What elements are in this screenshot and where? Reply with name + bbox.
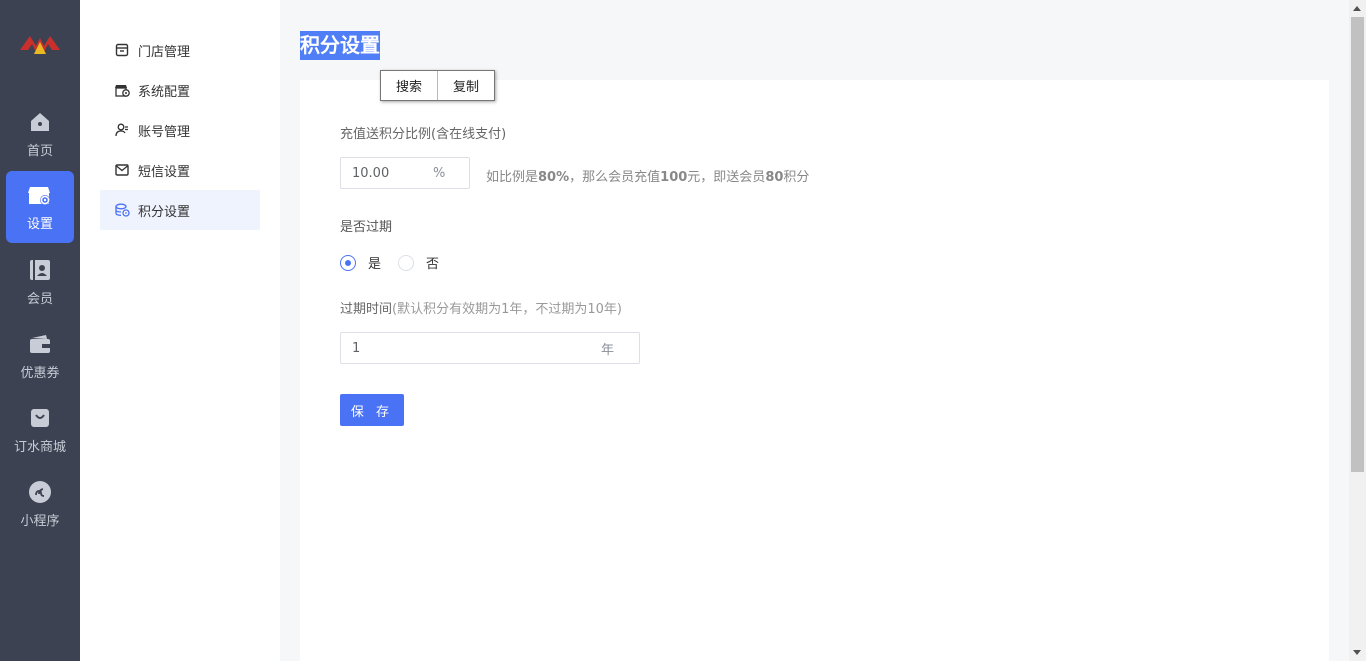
radio-checked-icon [340,254,356,271]
ratio-tip: 如比例是80%，那么会员充值100元，即送会员80积分 [486,166,809,185]
nav-item-settings[interactable]: 设置 [6,171,74,243]
points-settings-card: 充值送积分比例(含在线支付) 10.00 % 如比例是80%，那么会员充值100… [300,80,1329,661]
save-button[interactable]: 保 存 [340,394,404,426]
submenu-item-account[interactable]: 账号管理 [100,110,260,150]
nav-item-label: 会员 [26,292,53,307]
submenu-item-label: 系统配置 [138,84,191,100]
nav-item-coupon[interactable]: 优惠券 [6,320,74,392]
context-search-button[interactable]: 搜索 [381,71,437,100]
ratio-tip-text: 积分 [783,170,810,185]
expire-label: 是否过期 [340,220,393,235]
expire-no-label: 否 [426,257,440,272]
main-nav: 首页 设置 会员 优惠券 订水商城 小程序 [0,0,80,661]
nav-item-label: 设置 [26,217,53,232]
scrollbar-thumb[interactable] [1351,17,1364,472]
vertical-scrollbar[interactable] [1349,0,1366,661]
submenu-item-label: 短信设置 [138,164,191,180]
scroll-down-arrow-icon[interactable] [1353,650,1361,655]
nav-item-miniprogram[interactable]: 小程序 [6,468,74,540]
mail-icon [114,162,130,178]
ratio-tip-text: ，那么会员充值 [569,170,661,185]
nav-item-label: 小程序 [20,514,60,529]
expire-time-hint: (默认积分有效期为1年，不过期为10年) [392,302,622,317]
ratio-tip-text: 元，即送会员 [687,170,766,185]
nav-item-home[interactable]: 首页 [6,98,74,170]
brand-logo [20,36,60,54]
expire-time-value: 1 [352,340,361,356]
nav-item-member[interactable]: 会员 [6,246,74,318]
home-icon [27,109,53,135]
mini-program-icon [27,479,53,505]
ratio-tip-amount: 100 [660,170,688,185]
expire-no-radio[interactable]: 否 [398,253,439,272]
nav-item-label: 优惠券 [20,366,60,381]
ratio-value: 10.00 [352,165,390,181]
store-settings-icon [27,182,53,208]
submenu-item-store[interactable]: 门店管理 [100,30,260,70]
submenu-item-points[interactable]: 积分设置 [100,190,260,230]
points-icon [114,202,130,218]
submenu-item-sms[interactable]: 短信设置 [100,150,260,190]
ratio-tip-points: 80 [765,170,784,185]
submenu-item-label: 门店管理 [138,44,191,60]
system-config-icon [114,82,130,98]
selection-context-menu: 搜索 复制 [380,70,495,101]
ratio-tip-text: 如比例是 [486,170,539,185]
expire-time-input[interactable]: 1 年 [340,332,640,364]
expire-yes-label: 是 [368,257,382,272]
settings-submenu: 门店管理 系统配置 账号管理 短信设置 积分设置 [80,0,280,661]
member-icon [27,257,53,283]
submenu-item-system-config[interactable]: 系统配置 [100,70,260,110]
nav-item-shop[interactable]: 订水商城 [6,394,74,466]
expire-time-unit: 年 [601,342,615,358]
expire-yes-radio[interactable]: 是 [340,253,381,272]
ratio-unit: % [433,165,446,181]
expire-time-label-text: 过期时间 [340,302,393,317]
ratio-label: 充值送积分比例(含在线支付) [340,127,507,142]
wallet-icon [27,331,53,357]
expire-time-label: 过期时间(默认积分有效期为1年，不过期为10年) [340,298,622,317]
submenu-item-label: 积分设置 [138,204,191,220]
nav-item-label: 订水商城 [13,440,66,455]
ratio-tip-pct: 80% [538,170,570,185]
shopping-bag-icon [27,405,53,431]
context-copy-button[interactable]: 复制 [437,71,494,100]
ratio-input[interactable]: 10.00 % [340,157,470,189]
page-title: 积分设置 [300,31,380,60]
nav-item-label: 首页 [26,144,53,159]
radio-unchecked-icon [398,254,414,271]
scroll-up-arrow-icon[interactable] [1353,6,1361,11]
store-icon [114,42,130,58]
account-icon [114,122,130,138]
submenu-item-label: 账号管理 [138,124,191,140]
